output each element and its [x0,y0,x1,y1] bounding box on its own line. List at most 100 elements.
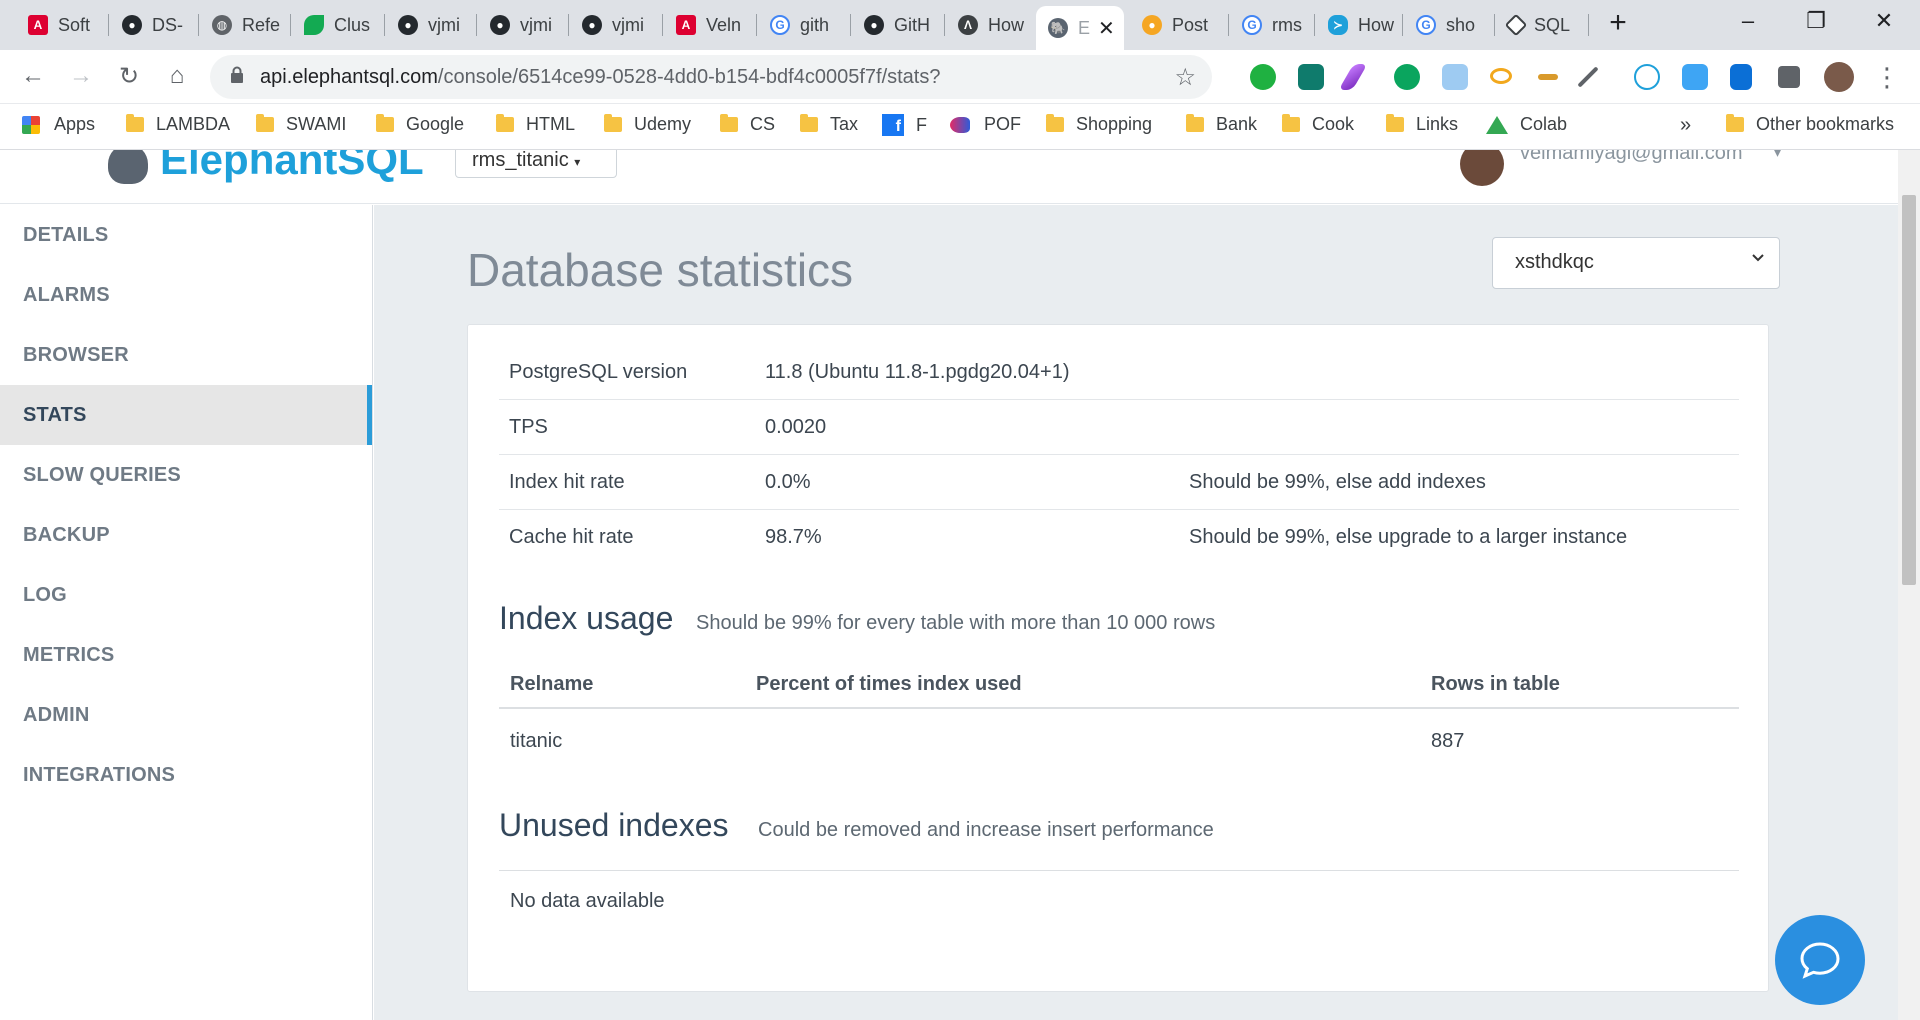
new-tab-button[interactable]: + [1598,6,1638,40]
bookmark-other[interactable]: Other bookmarks [1726,114,1894,135]
bookmark-folder[interactable]: LAMBDA [126,114,230,135]
google-icon: G [770,15,790,35]
browser-tab[interactable]: ● DS- [110,8,190,42]
profile-avatar[interactable] [1824,62,1854,92]
back-arrow-icon[interactable]: ← [18,62,48,90]
browser-tab[interactable]: Λ How [946,8,1032,42]
unused-indexes-divider [499,870,1739,871]
bookmark-colab[interactable]: Colab [1486,114,1567,135]
browser-tab[interactable]: ● GitH [852,8,938,42]
browser-tab[interactable]: Gsho [1404,8,1490,42]
extension-grammarly-icon[interactable] [1250,64,1276,90]
database-select[interactable]: xsthdkqc [1492,237,1780,289]
reload-icon[interactable]: ↻ [114,62,144,91]
browser-tab[interactable]: ● vjmi [478,8,562,42]
main-content: Database statistics xsthdkqc PostgreSQL … [374,205,1898,1020]
menu-kebab-icon[interactable]: ⋮ [1872,62,1902,93]
instance-select[interactable]: rms_titanic ▾ [455,150,617,178]
address-bar[interactable]: api.elephantsql.com/console/6514ce99-052… [210,55,1212,99]
extension-mail-icon[interactable] [1442,64,1468,90]
bookmark-star-icon[interactable]: ☆ [1174,63,1196,92]
lock-icon [231,66,243,83]
sidebar-item-backup[interactable]: BACKUP [0,505,372,565]
extension-ruler-icon[interactable] [1538,74,1558,80]
sidebar-item-slow-queries[interactable]: SLOW QUERIES [0,445,372,505]
bookmark-folder[interactable]: Tax [800,114,858,135]
close-window-button[interactable]: ✕ [1864,8,1904,34]
bookmark-folder[interactable]: Udemy [604,114,691,135]
github-icon: ● [864,15,884,35]
index-usage-title: Index usage [499,600,674,636]
extension-react-icon[interactable] [1634,64,1660,90]
sidebar-item-details[interactable]: DETAILS [0,205,372,265]
extension-s-icon[interactable] [1298,64,1324,90]
bookmark-facebook[interactable]: fF [882,114,927,136]
tab-close-icon[interactable]: ✕ [1098,16,1115,41]
extension-dropper-icon[interactable] [1577,66,1599,88]
extension-g-icon[interactable] [1682,64,1708,90]
user-menu-chevron-icon[interactable]: ▾ [1774,150,1781,161]
sidebar-item-admin[interactable]: ADMIN [0,685,372,745]
sidebar-item-browser[interactable]: BROWSER [0,325,372,385]
extension-infinity-icon[interactable] [1490,68,1512,84]
extension-feather-icon[interactable] [1338,64,1368,90]
sidebar-item-alarms[interactable]: ALARMS [0,265,372,325]
bookmark-apps[interactable]: Apps [22,114,95,135]
browser-tab[interactable]: SQL [1496,8,1588,42]
browser-tab[interactable]: Clus [292,8,378,42]
url-text: api.elephantsql.com/console/6514ce99-052… [260,66,941,88]
sidebar-item-stats[interactable]: STATS [0,385,372,445]
bookmark-folder[interactable]: Bank [1186,114,1257,135]
sidebar-item-metrics[interactable]: METRICS [0,625,372,685]
user-email[interactable]: velmamiyagi@gmail.com [1520,150,1743,165]
browser-tab[interactable]: ◍ Refe [200,8,284,42]
column-header-rows-in-table: Rows in table [1431,673,1560,695]
browser-tab[interactable]: A Soft [16,8,96,42]
postman-icon: ● [1142,15,1162,35]
unused-indexes-subtitle: Could be removed and increase insert per… [758,819,1214,841]
bookmark-folder[interactable]: Shopping [1046,114,1152,135]
user-avatar[interactable] [1460,150,1504,186]
sidebar-item-log[interactable]: LOG [0,565,372,625]
bookmarks-overflow-chevron-icon[interactable]: » [1680,114,1691,137]
extension-phone-icon[interactable] [1394,64,1420,90]
elephant-logo-icon[interactable] [108,150,148,184]
home-icon[interactable]: ⌂ [162,62,192,90]
folder-icon [1726,114,1744,132]
bookmark-folder[interactable]: SWAMI [256,114,346,135]
page-scrollbar[interactable] [1898,150,1920,1020]
browser-tab[interactable]: A Veln [664,8,750,42]
stat-row: PostgreSQL version 11.8 (Ubuntu 11.8-1.p… [499,345,1739,400]
chevron-down-icon [1752,254,1764,262]
restore-button[interactable]: ❐ [1796,8,1836,34]
browser-tab[interactable]: Ggith [758,8,844,42]
bookmark-pof[interactable]: POF [950,114,1021,135]
globe-icon: ◍ [212,15,232,35]
bookmark-folder[interactable]: Google [376,114,464,135]
bookmark-folder[interactable]: Links [1386,114,1458,135]
browser-tab[interactable]: ● vjmi [570,8,654,42]
extensions-puzzle-icon[interactable] [1778,66,1800,88]
google-icon: G [1416,15,1436,35]
bookmark-folder[interactable]: HTML [496,114,575,135]
chat-support-button[interactable] [1775,915,1865,1005]
browser-tab[interactable]: Grms [1230,8,1310,42]
browser-tab[interactable]: ≻ How [1316,8,1396,42]
folder-icon [126,114,144,132]
forward-arrow-icon[interactable]: → [66,62,96,90]
github-icon: ● [582,15,602,35]
folder-icon [800,114,818,132]
bookmark-folder[interactable]: Cook [1282,114,1354,135]
browser-tab-active[interactable]: 🐘 E ✕ [1036,6,1124,50]
chat-bubble-icon [1800,942,1840,979]
logo-text[interactable]: ElephantSQL [160,150,424,184]
bookmark-folder[interactable]: CS [720,114,775,135]
folder-icon [1046,114,1064,132]
browser-tab[interactable]: ● Post [1130,8,1222,42]
browser-tab[interactable]: ● vjmi [386,8,470,42]
extension-bookmark-icon[interactable] [1730,64,1752,90]
sidebar-item-integrations[interactable]: INTEGRATIONS [0,745,372,805]
page-viewport: ElephantSQL rms_titanic ▾ velmamiyagi@gm… [0,150,1920,1020]
minimize-button[interactable]: – [1728,8,1768,34]
scrollbar-thumb[interactable] [1902,195,1916,585]
